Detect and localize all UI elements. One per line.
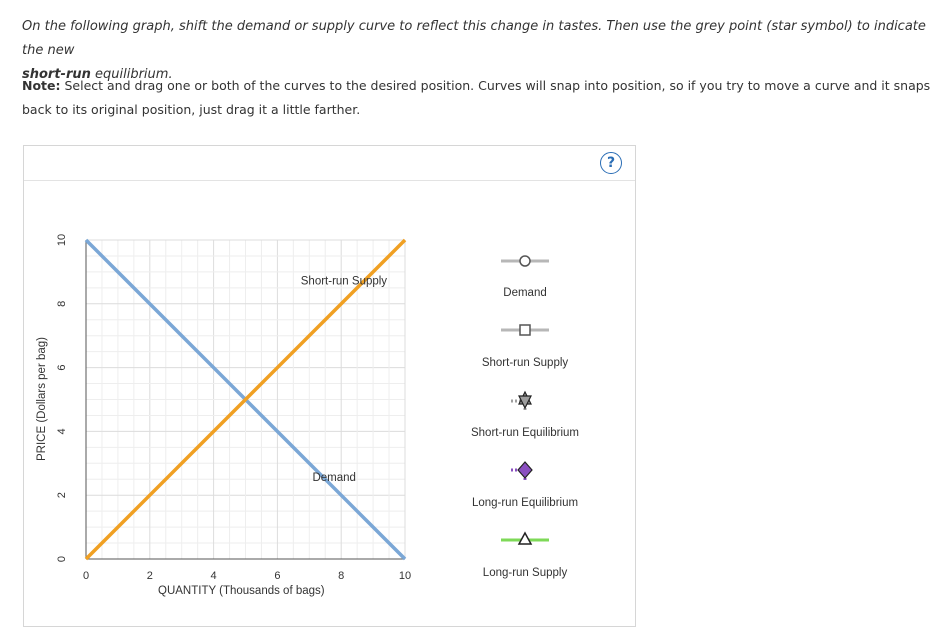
x-tick-label: 2 [147,570,153,582]
legend-label-demand: Demand [503,287,547,299]
supply-demand-chart: 0 2 4 6 8 10 0 2 4 6 8 10 Short-run Supply Demand [56,234,411,582]
y-tick-label: 10 [56,234,68,246]
short-run-supply-curve-label: Short-run Supply [301,276,388,288]
x-tick-label: 8 [338,570,344,582]
legend-label-short-run-equilibrium: Short-run Equilibrium [470,427,579,439]
y-tick-label: 8 [56,301,68,307]
y-tick-label: 2 [56,492,68,498]
legend-label-short-run-supply: Short-run Supply [481,357,569,369]
y-tick-label: 0 [56,556,68,562]
legend-label-long-run-equilibrium: Long-run Equilibrium [471,497,579,509]
demand-curve-label: Demand [312,472,355,484]
x-tick-label: 4 [211,570,217,582]
x-tick-label: 0 [83,570,89,582]
x-tick-label: 10 [399,570,411,582]
y-tick-label: 6 [56,365,68,371]
x-tick-label: 6 [274,570,280,582]
legend-label-long-run-supply: Long-run Supply [482,567,568,579]
y-tick-label: 4 [56,428,68,434]
